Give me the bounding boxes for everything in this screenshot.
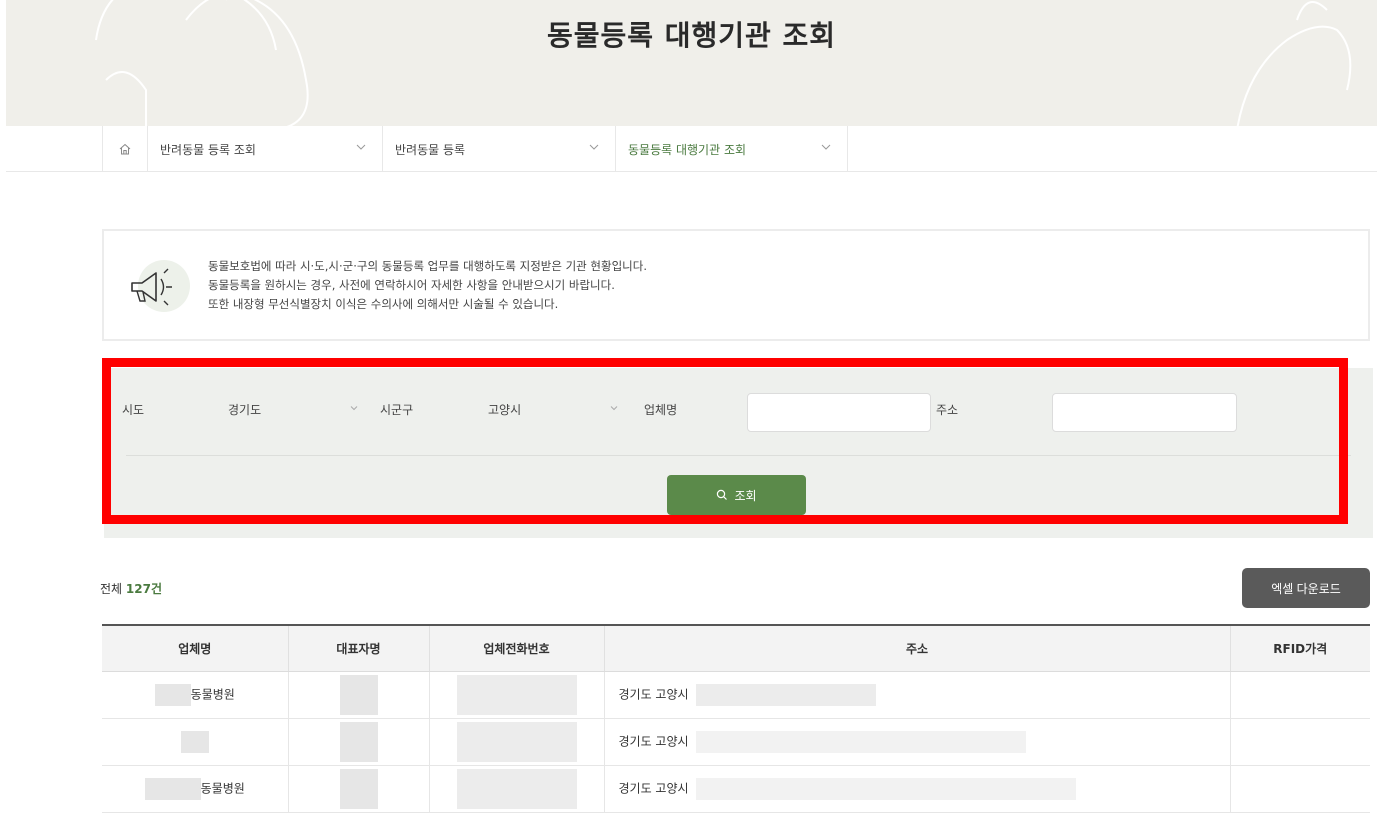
column-header-company[interactable]: 업체명 [102, 625, 289, 672]
cell-rfid-price [1230, 671, 1370, 719]
redacted-block [696, 683, 877, 706]
cell-representative [288, 718, 430, 766]
cell-rfid-price [1230, 718, 1370, 766]
notice-box: 동물보호법에 따라 시·도,시·군·구의 동물등록 업무를 대행하도록 지정받은… [102, 229, 1370, 341]
sigungu-label: 시군구 [380, 403, 414, 417]
cell-representative [288, 671, 430, 719]
cell-address: 경기도 고양시 [604, 671, 1231, 719]
table-row[interactable]: 동물병원 경기도 고양시 [102, 765, 1370, 813]
table-row[interactable]: 경기도 고양시 [102, 718, 1370, 766]
breadcrumb: 반려동물 등록 조회 반려동물 등록 동물등록 대행기관 조회 [6, 126, 1377, 172]
result-count-number: 127 [125, 582, 151, 596]
result-count-suffix: 건 [150, 582, 163, 596]
address-input[interactable] [1052, 393, 1237, 432]
sigungu-select[interactable]: 고양시 [478, 390, 628, 428]
result-count-prefix: 전체 [100, 582, 123, 596]
column-header-rfid-price[interactable]: RFID가격 [1230, 625, 1370, 672]
redacted-block [339, 721, 378, 762]
redacted-block [339, 674, 378, 715]
breadcrumb-label: 반려동물 등록 [395, 142, 466, 157]
company-name: 동물병원 [200, 781, 245, 795]
sido-label: 시도 [122, 403, 145, 417]
column-header-representative[interactable]: 대표자명 [288, 625, 430, 672]
redacted-block [180, 730, 209, 753]
notice-text: 동물보호법에 따라 시·도,시·군·구의 동물등록 업무를 대행하도록 지정받은… [208, 257, 647, 314]
sido-select[interactable]: 경기도 [218, 390, 368, 428]
table-header-row: 업체명 대표자명 업체전화번호 주소 RFID가격 [102, 625, 1370, 672]
cell-company: 동물병원 [102, 671, 289, 719]
address-text: 경기도 고양시 [618, 734, 689, 748]
sigungu-value: 고양시 [488, 402, 522, 417]
breadcrumb-label: 동물등록 대행기관 조회 [628, 142, 747, 157]
redacted-block [144, 777, 201, 800]
sido-value: 경기도 [228, 402, 262, 417]
page-hero: 동물등록 대행기관 조회 [6, 0, 1377, 126]
breadcrumb-label: 반려동물 등록 조회 [160, 142, 256, 157]
cell-phone [429, 765, 605, 813]
redacted-block [696, 777, 1077, 800]
breadcrumb-level-2[interactable]: 반려동물 등록 [383, 126, 616, 172]
address-text: 경기도 고양시 [618, 781, 689, 795]
company-name-input[interactable] [747, 393, 931, 432]
results-table: 업체명 대표자명 업체전화번호 주소 RFID가격 동물병원 경기도 고양시 경… [102, 624, 1370, 813]
search-divider [126, 455, 1351, 456]
search-button-label: 조회 [734, 488, 757, 503]
redacted-block [456, 721, 577, 762]
cell-phone [429, 671, 605, 719]
cell-representative [288, 765, 430, 813]
breadcrumb-home[interactable] [102, 126, 148, 172]
redacted-block [456, 674, 577, 715]
address-text: 경기도 고양시 [618, 687, 689, 701]
chevron-down-icon [350, 406, 358, 411]
home-icon [119, 143, 131, 155]
breadcrumb-level-1[interactable]: 반려동물 등록 조회 [148, 126, 383, 172]
redacted-block [339, 768, 378, 809]
notice-line: 동물보호법에 따라 시·도,시·군·구의 동물등록 업무를 대행하도록 지정받은… [208, 259, 647, 273]
redacted-block [696, 730, 1027, 753]
cell-rfid-price [1230, 765, 1370, 813]
chevron-down-icon [589, 144, 599, 150]
megaphone-icon [120, 255, 190, 317]
notice-line: 또한 내장형 무선식별장치 이식은 수의사에 의해서만 시술될 수 있습니다. [208, 297, 559, 311]
excel-download-button[interactable]: 엑셀 다운로드 [1242, 568, 1370, 608]
search-icon [717, 489, 728, 500]
page-title: 동물등록 대행기관 조회 [546, 19, 837, 52]
redacted-block [456, 768, 577, 809]
chevron-down-icon [821, 144, 831, 150]
chevron-down-icon [356, 144, 366, 150]
address-label: 주소 [936, 403, 959, 417]
result-count: 전체 127건 [100, 580, 162, 597]
notice-line: 동물등록을 원하시는 경우, 사전에 연락하시어 자세한 사항을 안내받으시기 … [208, 278, 615, 292]
chevron-down-icon [610, 406, 618, 411]
cell-address: 경기도 고양시 [604, 765, 1231, 813]
cell-company: 동물병원 [102, 765, 289, 813]
cell-company [102, 718, 289, 766]
cell-address: 경기도 고양시 [604, 718, 1231, 766]
search-panel: 시도 경기도 시군구 고양시 업체명 주소 조회 [104, 368, 1373, 538]
company-name: 동물병원 [190, 687, 235, 701]
company-label: 업체명 [644, 403, 678, 417]
column-header-phone[interactable]: 업체전화번호 [429, 625, 605, 672]
search-button[interactable]: 조회 [667, 475, 806, 515]
table-row[interactable]: 동물병원 경기도 고양시 [102, 671, 1370, 719]
redacted-block [154, 683, 191, 706]
column-header-address[interactable]: 주소 [604, 625, 1231, 672]
cell-phone [429, 718, 605, 766]
breadcrumb-level-3[interactable]: 동물등록 대행기관 조회 [616, 126, 848, 172]
